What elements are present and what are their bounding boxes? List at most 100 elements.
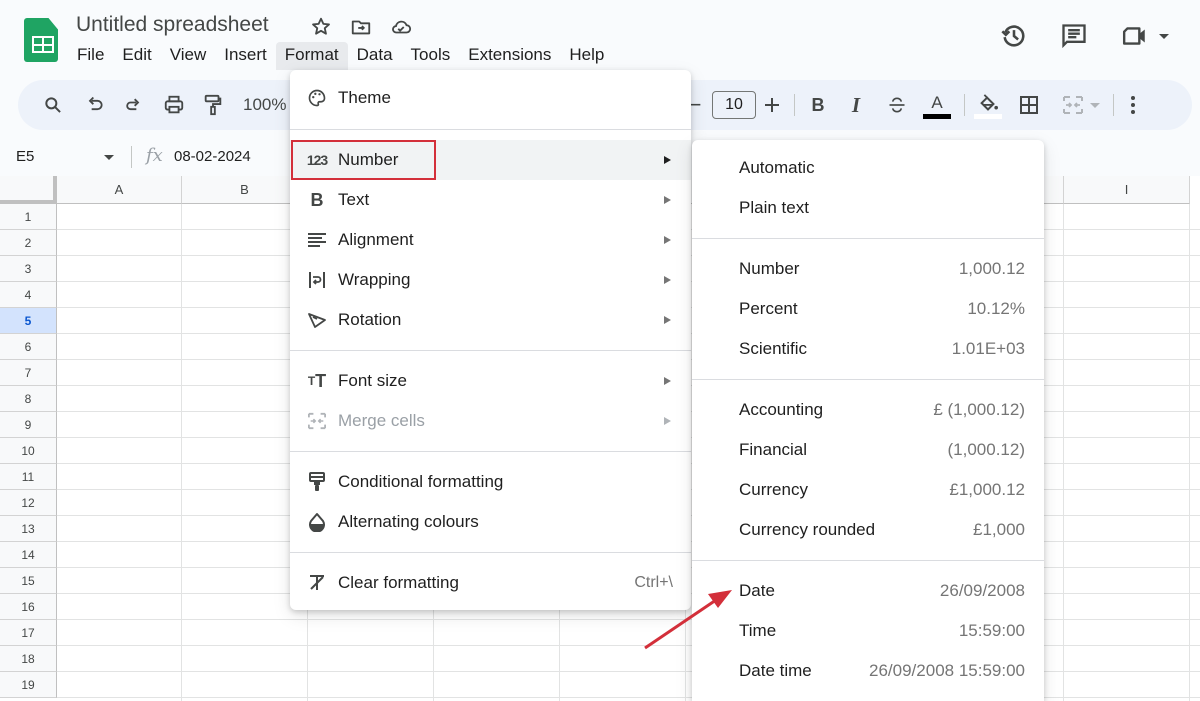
option-example: 1.01E+03 <box>951 339 1025 358</box>
menu-item-font-size[interactable]: TT Font size <box>290 361 691 401</box>
row-header-13[interactable]: 13 <box>0 516 57 542</box>
format-option-date-time[interactable]: Date time 26/09/2008 15:59:00 <box>692 651 1044 691</box>
row-header-7[interactable]: 7 <box>0 360 57 386</box>
row-header-6[interactable]: 6 <box>0 334 57 360</box>
format-option-scientific[interactable]: Scientific 1.01E+03 <box>692 329 1044 369</box>
row-header-19[interactable]: 19 <box>0 672 57 698</box>
star-icon[interactable] <box>308 15 334 39</box>
formula-input[interactable]: 08-02-2024 <box>174 148 251 165</box>
menu-item-label: Rotation <box>338 310 402 329</box>
option-label: Currency <box>739 480 808 499</box>
name-box[interactable]: E5 <box>16 148 34 165</box>
format-option-currency[interactable]: Currency £1,000.12 <box>692 470 1044 510</box>
toolbar-divider <box>964 94 965 116</box>
row-header-16[interactable]: 16 <box>0 594 57 620</box>
zoom-select[interactable]: 100% <box>243 93 286 117</box>
menu-item-conditional-formatting[interactable]: Conditional formatting <box>290 462 691 502</box>
paint-format-icon[interactable] <box>201 93 225 117</box>
redo-icon[interactable] <box>122 93 144 117</box>
meet-camera-icon[interactable] <box>1120 23 1170 49</box>
menu-divider <box>290 350 691 351</box>
option-example: 1,000.12 <box>958 259 1025 278</box>
menu-item-clear-formatting[interactable]: Clear formatting Ctrl+\ <box>290 563 691 603</box>
menu-divider <box>290 552 691 553</box>
format-option-financial[interactable]: Financial (1,000.12) <box>692 430 1044 470</box>
menu-tools[interactable]: Tools <box>402 42 460 70</box>
format-option-plain-text[interactable]: Plain text <box>692 188 1044 228</box>
format-option-time[interactable]: Time 15:59:00 <box>692 611 1044 651</box>
document-title[interactable]: Untitled spreadsheet <box>76 13 269 37</box>
row-header-17[interactable]: 17 <box>0 620 57 646</box>
menu-item-alternating-colours[interactable]: Alternating colours <box>290 502 691 542</box>
row-header-1[interactable]: 1 <box>0 204 57 230</box>
format-option-automatic[interactable]: Automatic <box>692 148 1044 188</box>
row-header-11[interactable]: 11 <box>0 464 57 490</box>
select-all-corner[interactable] <box>0 176 57 204</box>
menu-data[interactable]: Data <box>348 42 402 70</box>
font-size-input[interactable]: 10 <box>712 91 756 119</box>
menu-item-label: Clear formatting <box>338 573 459 592</box>
sheets-logo[interactable] <box>24 18 58 62</box>
grid-column-line <box>1189 204 1190 701</box>
row-header-8[interactable]: 8 <box>0 386 57 412</box>
menu-divider <box>692 379 1044 380</box>
italic-icon[interactable]: I <box>846 93 866 117</box>
menubar: File Edit View Insert Format Data Tools … <box>68 42 613 70</box>
format-option-percent[interactable]: Percent 10.12% <box>692 289 1044 329</box>
comments-icon[interactable] <box>1060 22 1088 50</box>
undo-icon[interactable] <box>84 93 106 117</box>
menu-format[interactable]: Format <box>275 42 348 70</box>
submenu-arrow-icon <box>664 156 671 164</box>
cloud-saved-icon[interactable] <box>388 15 414 39</box>
submenu-arrow-icon <box>664 236 671 244</box>
borders-icon[interactable] <box>1018 93 1040 117</box>
menu-item-text[interactable]: B Text <box>290 180 691 220</box>
version-history-icon[interactable] <box>1000 22 1028 50</box>
row-header-3[interactable]: 3 <box>0 256 57 282</box>
row-header-14[interactable]: 14 <box>0 542 57 568</box>
toolbar-divider <box>794 94 795 116</box>
menu-item-wrapping[interactable]: Wrapping <box>290 260 691 300</box>
row-header-15[interactable]: 15 <box>0 568 57 594</box>
format-option-number[interactable]: Number 1,000.12 <box>692 249 1044 289</box>
move-to-folder-icon[interactable] <box>348 15 374 39</box>
menu-item-theme[interactable]: Theme <box>290 78 691 118</box>
chevron-down-icon[interactable] <box>1158 31 1170 41</box>
clear-format-icon <box>306 572 328 594</box>
row-header-10[interactable]: 10 <box>0 438 57 464</box>
fill-color-icon[interactable] <box>973 91 1003 121</box>
increase-font-size-icon[interactable] <box>762 93 782 117</box>
search-icon[interactable] <box>42 93 64 117</box>
print-icon[interactable] <box>162 93 186 117</box>
text-wrap-icon <box>306 269 328 291</box>
text-color-icon[interactable]: A <box>922 92 952 120</box>
menu-edit[interactable]: Edit <box>113 42 160 70</box>
menu-item-alignment[interactable]: Alignment <box>290 220 691 260</box>
option-example: (1,000.12) <box>947 440 1026 459</box>
column-header-i[interactable]: I <box>1064 176 1190 204</box>
bold-icon[interactable]: B <box>808 93 828 117</box>
font-size-icon: TT <box>307 370 327 391</box>
menu-extensions[interactable]: Extensions <box>459 42 560 70</box>
row-header-18[interactable]: 18 <box>0 646 57 672</box>
row-header-2[interactable]: 2 <box>0 230 57 256</box>
menu-file[interactable]: File <box>68 42 113 70</box>
strikethrough-icon[interactable] <box>885 93 909 117</box>
menu-view[interactable]: View <box>161 42 216 70</box>
option-label: Date time <box>739 661 812 680</box>
format-option-currency-rounded[interactable]: Currency rounded £1,000 <box>692 510 1044 550</box>
format-option-date[interactable]: Date 26/09/2008 <box>692 571 1044 611</box>
name-box-dropdown-icon[interactable] <box>104 155 114 160</box>
menu-item-rotation[interactable]: Rotation <box>290 300 691 340</box>
menu-help[interactable]: Help <box>560 42 613 70</box>
row-header-12[interactable]: 12 <box>0 490 57 516</box>
toolbar-divider <box>1113 94 1114 116</box>
column-header-a[interactable]: A <box>57 176 182 204</box>
more-options-icon[interactable] <box>1124 93 1142 117</box>
format-option-accounting[interactable]: Accounting £ (1,000.12) <box>692 390 1044 430</box>
row-header-4[interactable]: 4 <box>0 282 57 308</box>
submenu-arrow-icon <box>664 316 671 324</box>
menu-insert[interactable]: Insert <box>215 42 276 70</box>
row-header-9[interactable]: 9 <box>0 412 57 438</box>
row-header-5[interactable]: 5 <box>0 308 57 334</box>
